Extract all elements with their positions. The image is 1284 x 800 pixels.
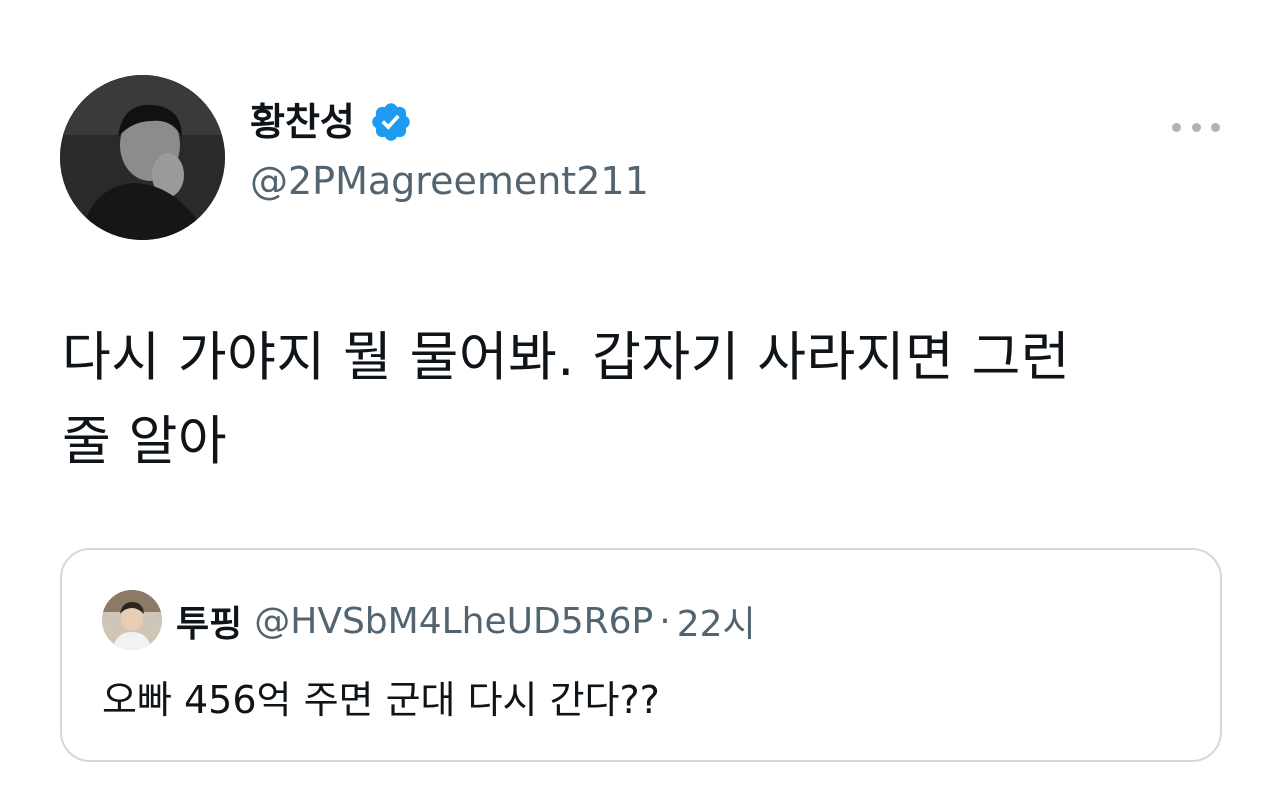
- quoted-tweet-text: 오빠 456억 주면 군대 다시 간다??: [102, 678, 660, 722]
- tweet-text: 다시 가야지 뭘 물어봐. 갑자기 사라지면 그런 줄 알아: [62, 327, 1071, 472]
- more-horizontal-icon: [1191, 122, 1201, 132]
- author-name-row: 황찬성: [250, 92, 413, 152]
- quoted-tweet-header: 투핑 @HVSbM4LheUD5R6P · 22시: [176, 596, 756, 646]
- verified-badge-icon: [369, 100, 413, 144]
- quoted-author-display-name[interactable]: 투핑: [176, 595, 242, 647]
- more-options-button[interactable]: [1172, 112, 1220, 142]
- tweet-card: 황찬성 @2PMagreement211 다시 가야지 뭘 물어봐. 갑자기 사…: [0, 0, 1284, 800]
- more-horizontal-icon: [1211, 122, 1220, 132]
- author-handle[interactable]: @2PMagreement211: [250, 162, 649, 200]
- quoted-author-avatar[interactable]: [102, 590, 162, 650]
- author-avatar[interactable]: [60, 75, 225, 240]
- quoted-author-handle[interactable]: @HVSbM4LheUD5R6P: [254, 601, 653, 642]
- quoted-tweet-separator: ·: [659, 600, 671, 642]
- quoted-tweet[interactable]: 투핑 @HVSbM4LheUD5R6P · 22시 오빠 456억 주면 군대 …: [60, 548, 1222, 762]
- quoted-tweet-timestamp[interactable]: 22시: [677, 595, 756, 647]
- more-horizontal-icon: [1172, 122, 1181, 132]
- author-display-name[interactable]: 황찬성: [250, 103, 355, 141]
